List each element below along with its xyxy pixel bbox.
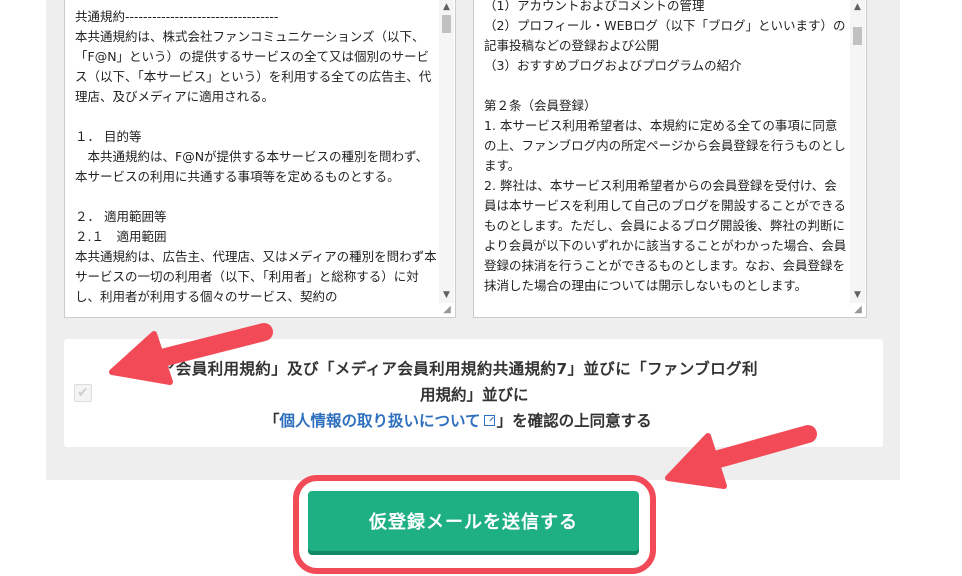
resize-handle-icon[interactable]: ◢ xyxy=(441,304,453,316)
resize-handle-icon[interactable]: ◢ xyxy=(852,304,864,316)
privacy-policy-link[interactable]: 個人情報の取り扱いについて xyxy=(280,412,497,430)
privacy-policy-link-text: 個人情報の取り扱いについて xyxy=(279,412,481,430)
send-provisional-registration-button[interactable]: 仮登録メールを送信する xyxy=(308,491,639,551)
annotation-arrow-right xyxy=(665,425,817,489)
scroll-down-arrow-icon[interactable]: ▼ xyxy=(850,288,865,303)
annotation-arrow-left xyxy=(109,323,273,385)
common-terms-scrollbar[interactable]: ▲ ▼ xyxy=(439,0,454,303)
agreement-quote-open: 「 xyxy=(264,412,280,430)
common-terms-text: 共通規約---------------------------------- 本… xyxy=(75,9,437,304)
fanblog-terms-scrollbar[interactable]: ▲ ▼ xyxy=(850,0,865,303)
scroll-down-arrow-icon[interactable]: ▼ xyxy=(439,288,454,303)
scroll-up-arrow-icon[interactable]: ▲ xyxy=(439,0,454,15)
scroll-up-arrow-icon[interactable]: ▲ xyxy=(850,0,865,15)
fanblog-terms-textarea[interactable]: （1）アカウントおよびコメントの管理 （2）プロフィール・WEBログ（以下「ブロ… xyxy=(473,0,867,318)
check-icon: ✔ xyxy=(77,385,89,401)
common-terms-textarea[interactable]: 共通規約---------------------------------- 本… xyxy=(64,0,456,318)
scroll-thumb[interactable] xyxy=(853,27,862,45)
scroll-thumb[interactable] xyxy=(442,15,451,33)
agreement-suffix: 」を確認の上同意する xyxy=(496,412,652,430)
agree-checkbox[interactable]: ✔ xyxy=(74,384,92,402)
fanblog-terms-text: （1）アカウントおよびコメントの管理 （2）プロフィール・WEBログ（以下「ブロ… xyxy=(484,0,847,293)
agreement-text-line2: 用規約」並びに xyxy=(420,386,529,404)
external-link-icon xyxy=(483,415,495,426)
agreement-text-line3: 「個人情報の取り扱いについて 」を確認の上同意する xyxy=(264,409,652,431)
